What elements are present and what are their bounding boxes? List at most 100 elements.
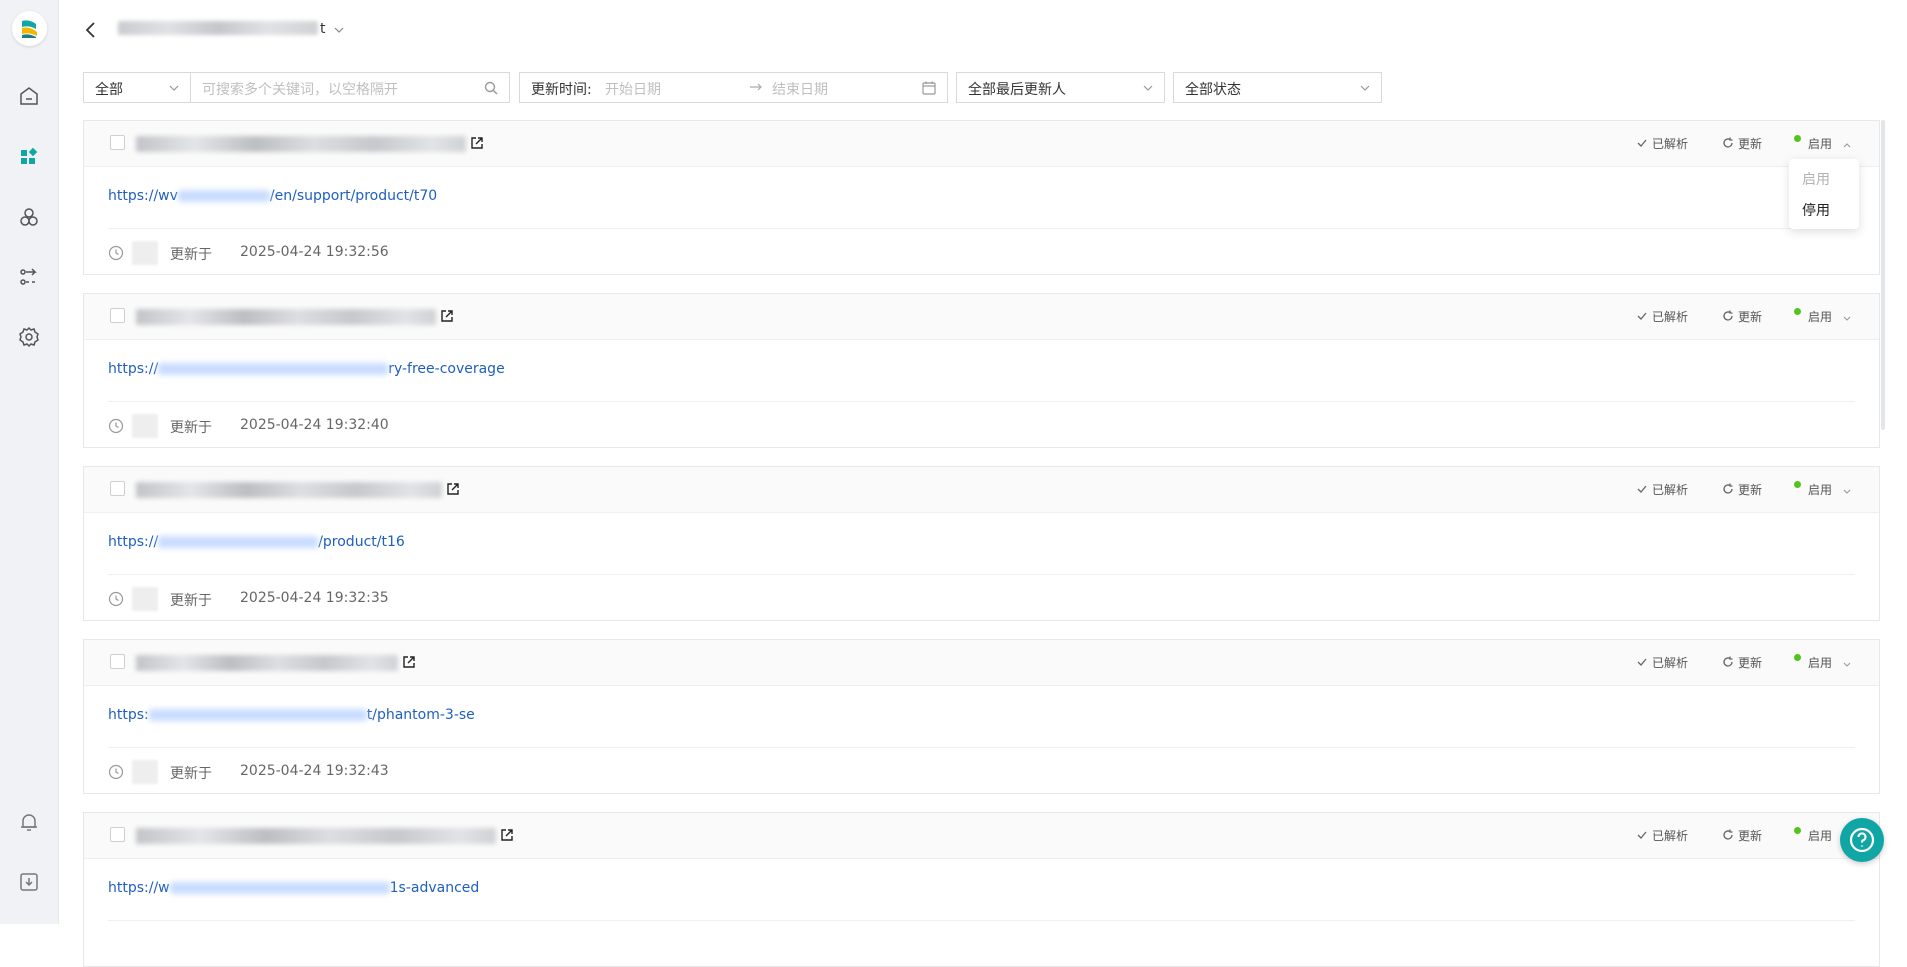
- updater-avatar: [132, 760, 158, 784]
- check-icon: [1637, 485, 1647, 493]
- select-checkbox[interactable]: [110, 135, 125, 150]
- doc-name[interactable]: [136, 655, 398, 671]
- enabled-dot: [1794, 827, 1801, 834]
- card-actions: 已解析 更新 启用: [1636, 308, 1851, 326]
- refresh-icon: [1723, 310, 1733, 321]
- page-title: [118, 21, 318, 35]
- url-redacted: [177, 190, 270, 202]
- doc-card-header: 已解析 更新 启用: [84, 467, 1879, 513]
- model-icon[interactable]: [17, 205, 41, 229]
- url-redacted: [158, 536, 319, 548]
- card-actions: 已解析 更新 启用: [1636, 827, 1851, 845]
- external-link-icon[interactable]: [402, 655, 416, 669]
- status-dropdown-menu: 启用 停用: [1789, 159, 1859, 229]
- external-link-icon[interactable]: [446, 482, 460, 496]
- refresh-icon: [1723, 829, 1733, 840]
- enabled-dot: [1794, 654, 1801, 661]
- card-divider: [108, 574, 1855, 575]
- doc-card: 已解析 更新 启用 https://ry-free-coverage 更新于 2…: [83, 293, 1880, 448]
- home-icon[interactable]: [17, 84, 41, 108]
- doc-url-link[interactable]: https://wv/en/support/product/t70: [108, 188, 437, 204]
- workflow-icon[interactable]: [17, 265, 41, 289]
- clock-icon: [108, 764, 124, 780]
- updater-avatar: [132, 587, 158, 611]
- doc-card: 已解析 更新 启用 https:///product/t16 更新于 2025-…: [83, 466, 1880, 621]
- update-time-range[interactable]: 更新时间: 开始日期 结束日期: [519, 72, 948, 103]
- doc-name[interactable]: [136, 136, 466, 152]
- check-icon: [1637, 831, 1647, 839]
- url-redacted: [148, 709, 367, 721]
- doc-card-header: 已解析 更新 启用: [84, 640, 1879, 686]
- range-arrow-icon: [748, 79, 764, 95]
- calendar-icon[interactable]: [921, 80, 937, 96]
- chevron-down-icon: [1359, 83, 1371, 93]
- card-divider: [108, 228, 1855, 229]
- updater-avatar: [132, 414, 158, 438]
- doc-card-header: 已解析 更新 启用: [84, 294, 1879, 340]
- doc-url-link[interactable]: https:///product/t16: [108, 534, 405, 550]
- card-divider: [108, 747, 1855, 748]
- search-icon[interactable]: [483, 80, 499, 96]
- help-icon: [1849, 827, 1875, 853]
- keyword-search-input[interactable]: 可搜索多个关键词，以空格隔开: [190, 72, 510, 103]
- select-checkbox[interactable]: [110, 654, 125, 669]
- scrollbar[interactable]: [1881, 120, 1885, 430]
- enabled-dot: [1794, 481, 1801, 488]
- download-icon[interactable]: [17, 870, 41, 894]
- page-title-suffix: t: [320, 21, 326, 37]
- doc-name[interactable]: [136, 482, 442, 498]
- clock-icon: [108, 591, 124, 607]
- chevron-down-icon: [168, 83, 180, 93]
- app-logo[interactable]: [12, 11, 47, 46]
- doc-card-header: 已解析 更新 启用: [84, 121, 1879, 167]
- external-link-icon[interactable]: [470, 136, 484, 150]
- doc-name[interactable]: [136, 309, 436, 325]
- scope-select[interactable]: 全部: [83, 72, 191, 103]
- card-actions: 已解析 更新 启用: [1636, 135, 1851, 153]
- refresh-icon: [1723, 656, 1733, 667]
- check-icon: [1637, 139, 1647, 147]
- update-time-label: 更新时间:: [531, 82, 592, 98]
- status-select[interactable]: 全部状态: [1173, 72, 1382, 103]
- external-link-icon[interactable]: [440, 309, 454, 323]
- chevron-down-icon[interactable]: [333, 24, 345, 34]
- select-checkbox[interactable]: [110, 827, 125, 842]
- updater-avatar: [132, 241, 158, 265]
- updater-select[interactable]: 全部最后更新人: [956, 72, 1165, 103]
- start-date-field[interactable]: 开始日期: [605, 79, 661, 99]
- back-button[interactable]: [82, 20, 100, 40]
- refresh-icon: [1723, 483, 1733, 494]
- card-actions: 已解析 更新 启用: [1636, 481, 1851, 499]
- dashboard-icon[interactable]: [17, 145, 41, 169]
- card-actions: 已解析 更新 启用: [1636, 654, 1851, 672]
- refresh-icon: [1723, 137, 1733, 148]
- card-divider: [108, 401, 1855, 402]
- doc-url-link[interactable]: https://ry-free-coverage: [108, 361, 505, 377]
- external-link-icon[interactable]: [500, 828, 514, 842]
- card-divider: [108, 920, 1855, 921]
- doc-card-header: 已解析 更新 启用: [84, 813, 1879, 859]
- clock-icon: [108, 245, 124, 261]
- status-option-enable[interactable]: 启用: [1802, 169, 1830, 189]
- check-icon: [1637, 312, 1647, 320]
- enabled-dot: [1794, 308, 1801, 315]
- end-date-field[interactable]: 结束日期: [772, 79, 828, 99]
- select-checkbox[interactable]: [110, 308, 125, 323]
- doc-card: 已解析 更新 启用 https://wv/en/support/product/…: [83, 120, 1880, 275]
- check-icon: [1637, 658, 1647, 666]
- bell-icon[interactable]: [17, 810, 41, 834]
- doc-name[interactable]: [136, 828, 496, 844]
- settings-icon[interactable]: [17, 325, 41, 349]
- url-redacted: [169, 882, 390, 894]
- select-checkbox[interactable]: [110, 481, 125, 496]
- url-redacted: [158, 363, 389, 375]
- doc-card: 已解析 更新 启用 https: t/phantom-3-se 更新于 2025…: [83, 639, 1880, 794]
- doc-card: 已解析 更新 启用 https://w 1s-advanced: [83, 812, 1880, 967]
- enabled-dot: [1794, 135, 1801, 142]
- status-option-disable[interactable]: 停用: [1802, 200, 1830, 220]
- sidebar: [0, 0, 59, 924]
- doc-url-link[interactable]: https: t/phantom-3-se: [108, 707, 475, 723]
- chevron-down-icon: [1142, 83, 1154, 93]
- doc-url-link[interactable]: https://w 1s-advanced: [108, 880, 479, 896]
- help-button[interactable]: [1840, 818, 1884, 862]
